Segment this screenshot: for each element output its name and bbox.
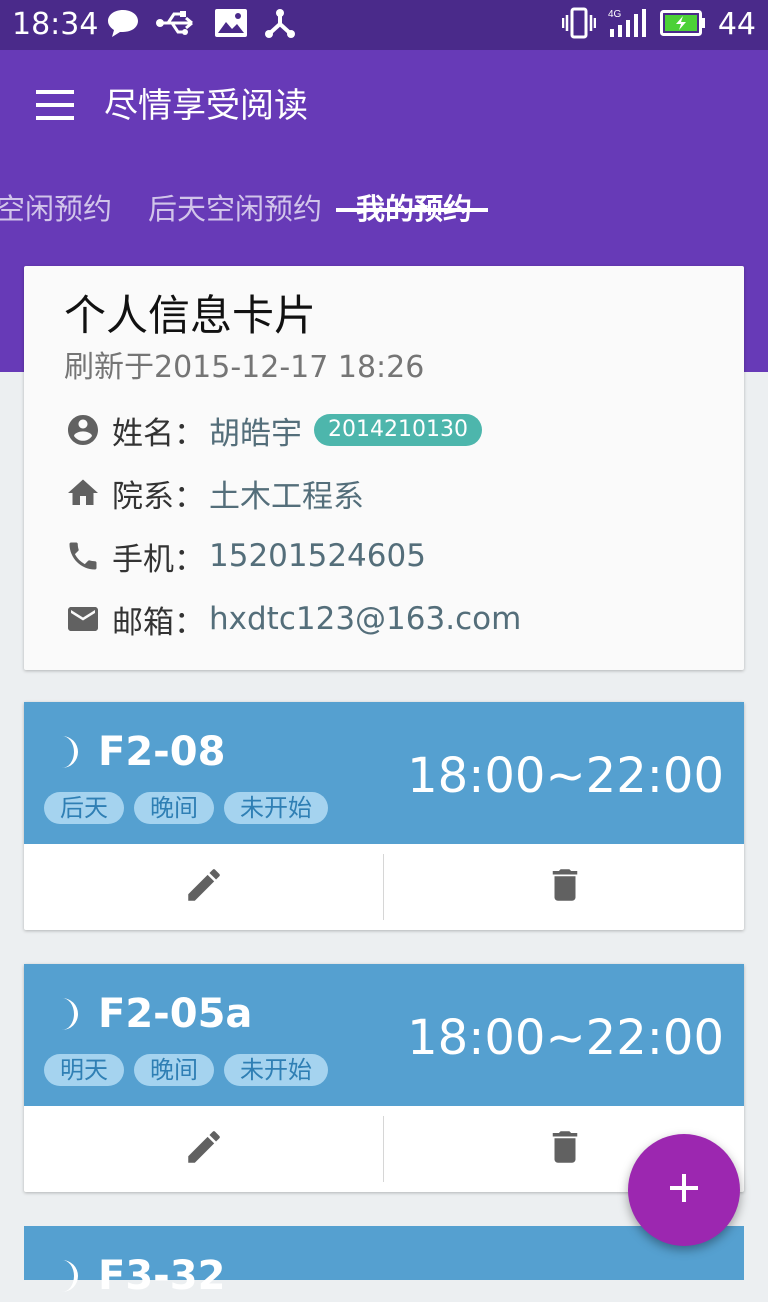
time-range: 18:00~22:00 (407, 1010, 724, 1066)
trash-icon (544, 864, 586, 910)
pencil-icon (183, 864, 225, 910)
phone-row: 手机： 15201524605 (64, 534, 426, 578)
network-label: 4G (608, 9, 622, 20)
action-divider (383, 1116, 384, 1182)
battery-level: 44 (717, 7, 756, 42)
email-row: 邮箱： hxdtc123@163.com (64, 597, 521, 641)
tab-bar: 空闲预约 后天空闲预约 我的预约 (0, 180, 768, 262)
account-circle-icon (64, 411, 102, 449)
moon-icon (52, 1258, 88, 1294)
add-icon (667, 1171, 701, 1209)
add-reservation-button[interactable] (628, 1134, 740, 1246)
reservation-card: F3-32 (24, 1226, 744, 1299)
tab-indicator (336, 208, 488, 212)
phone-value: 15201524605 (209, 538, 426, 574)
room-number: F3-32 (98, 1253, 226, 1299)
period-chip: 晚间 (134, 792, 214, 824)
reservation-header[interactable]: F2-05a 18:00~22:00 明天 晚间 未开始 (24, 964, 744, 1106)
signal-icon: 4G (608, 7, 648, 43)
trash-icon (544, 1126, 586, 1172)
email-label: 邮箱： (112, 604, 205, 641)
pencil-icon (183, 1126, 225, 1172)
reservation-header[interactable]: F3-32 (24, 1226, 744, 1299)
status-chip: 未开始 (224, 1054, 328, 1086)
action-divider (383, 854, 384, 920)
period-chip: 晚间 (134, 1054, 214, 1086)
usb-icon (156, 10, 198, 40)
home-icon (64, 474, 102, 512)
delete-button[interactable] (385, 844, 744, 930)
student-id-badge: 2014210130 (314, 414, 482, 446)
reservation-header[interactable]: F2-08 18:00~22:00 后天 晚间 未开始 (24, 702, 744, 844)
edit-button[interactable] (24, 844, 383, 930)
reservation-card: F2-08 18:00~22:00 后天 晚间 未开始 (24, 702, 744, 930)
moon-icon (52, 734, 88, 770)
battery-icon (659, 9, 706, 41)
profile-card-title: 个人信息卡片 (64, 291, 317, 340)
edit-button[interactable] (24, 1106, 383, 1192)
tab-free-reservation[interactable]: 空闲预约 (0, 180, 112, 262)
status-bar: 18:34 4G 44 (0, 0, 768, 50)
app-title: 尽情享受阅读 (104, 86, 308, 126)
department-label: 院系： (112, 478, 205, 515)
day-chip: 明天 (44, 1054, 124, 1086)
email-value: hxdtc123@163.com (209, 601, 522, 637)
phone-icon (64, 537, 102, 575)
reservation-card: F2-05a 18:00~22:00 明天 晚间 未开始 (24, 964, 744, 1192)
day-chip: 后天 (44, 792, 124, 824)
tab-day-after-free-reservation[interactable]: 后天空闲预约 (148, 180, 322, 262)
profile-card: 个人信息卡片 刷新于2015-12-17 18:26 姓名： 胡皓宇 20142… (24, 266, 744, 670)
room-number: F2-05a (98, 991, 253, 1037)
chat-icon (106, 8, 140, 42)
share-icon (264, 8, 296, 42)
menu-icon[interactable] (36, 90, 76, 122)
department-value: 土木工程系 (209, 478, 364, 515)
vibrate-icon (561, 7, 597, 43)
phone-label: 手机： (112, 541, 205, 578)
name-row: 姓名： 胡皓宇 2014210130 (64, 408, 482, 452)
time-range: 18:00~22:00 (407, 748, 724, 804)
status-chip: 未开始 (224, 792, 328, 824)
name-value: 胡皓宇 (209, 415, 302, 452)
image-icon (214, 8, 248, 42)
moon-icon (52, 996, 88, 1032)
department-row: 院系： 土木工程系 (64, 471, 364, 515)
room-number: F2-08 (98, 729, 226, 775)
tab-my-reservation[interactable]: 我的预约 (356, 180, 472, 262)
email-icon (64, 600, 102, 638)
refresh-time: 刷新于2015-12-17 18:26 (64, 350, 425, 385)
status-time: 18:34 (12, 7, 99, 42)
name-label: 姓名： (112, 415, 205, 452)
